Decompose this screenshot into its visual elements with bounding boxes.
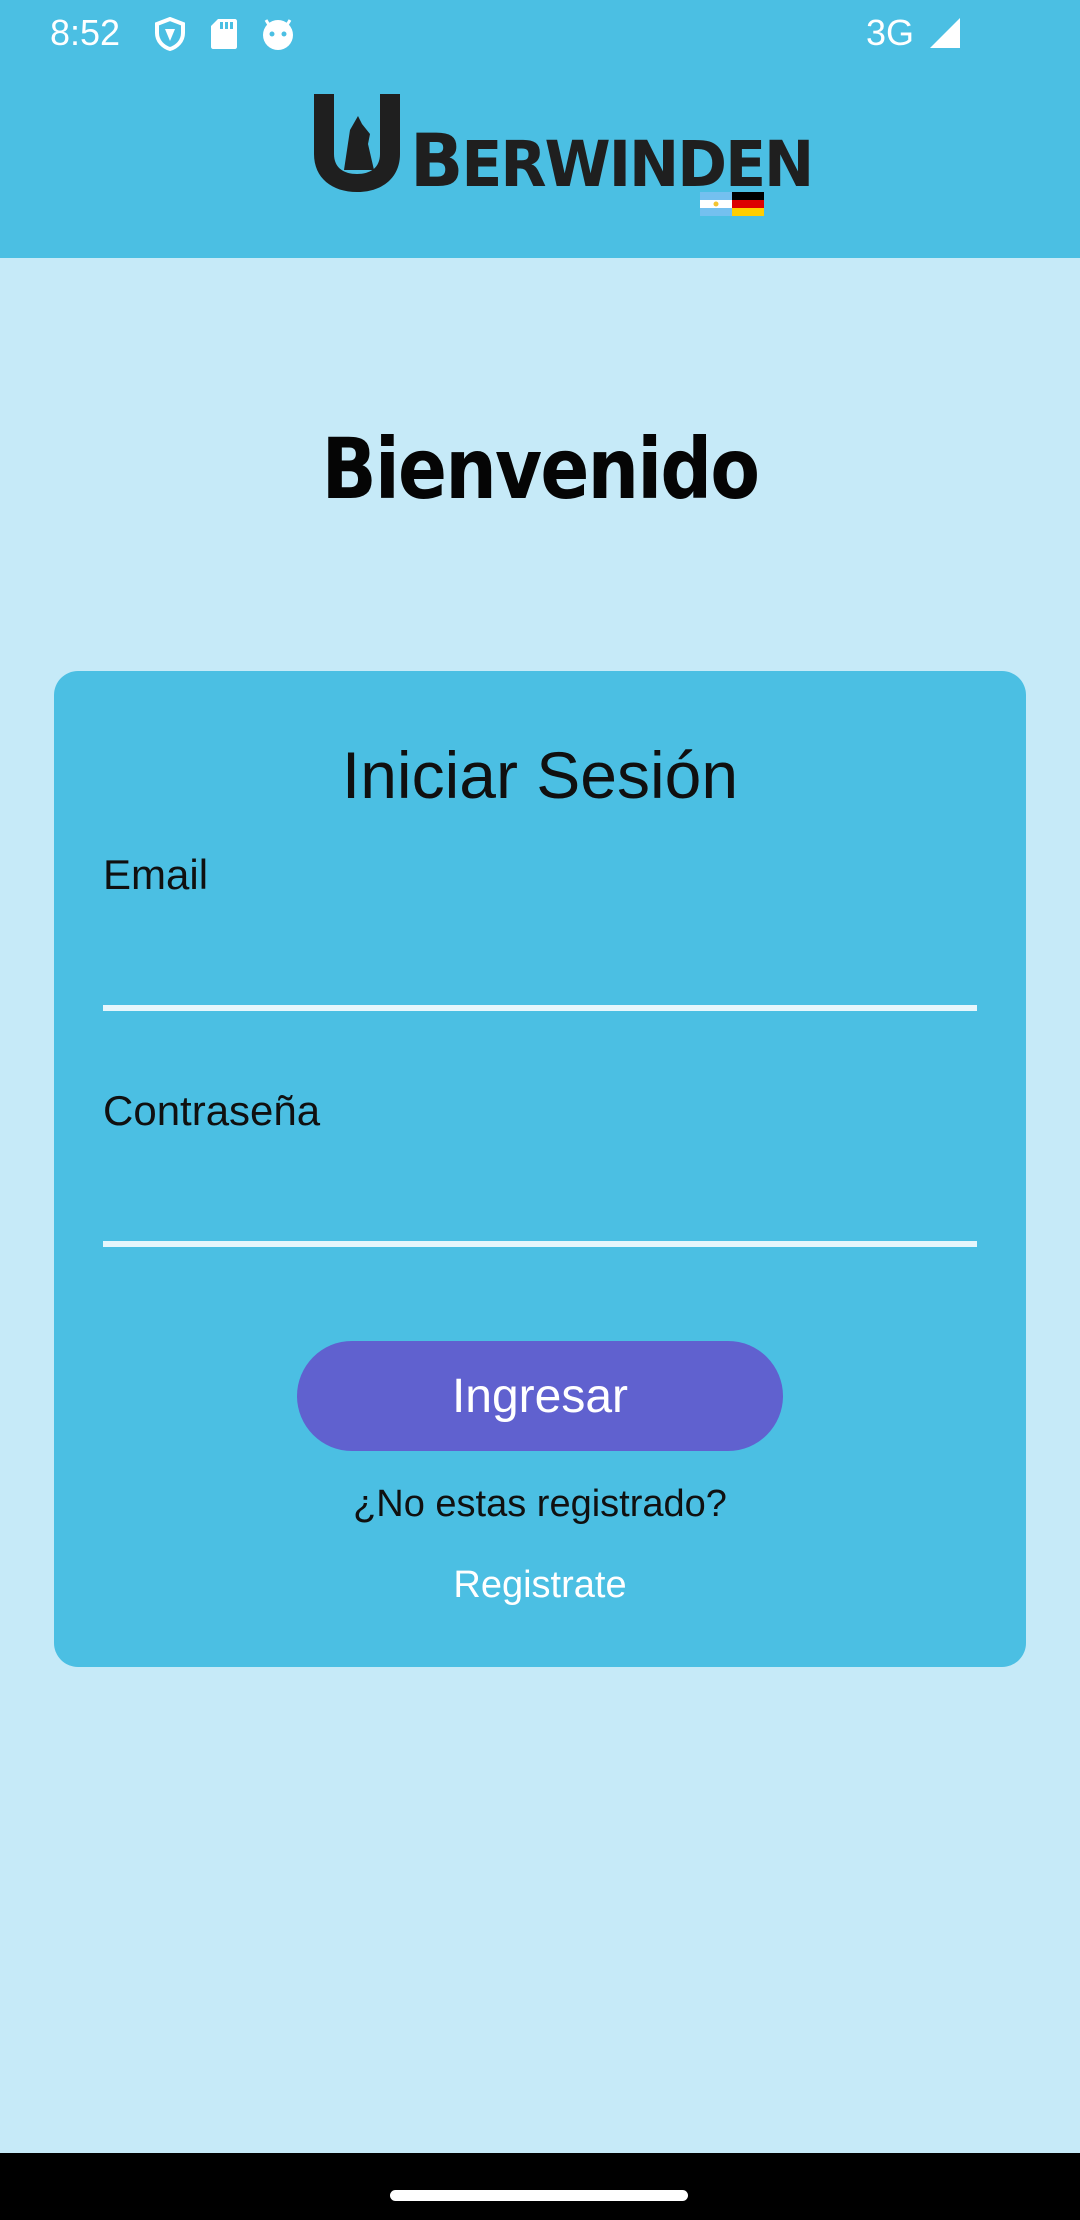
email-field[interactable] [103, 931, 977, 1011]
android-face-icon [260, 16, 296, 52]
wolf-logo-icon [314, 94, 400, 192]
logo-text: ERWINDEN [461, 128, 814, 202]
password-field[interactable] [103, 1167, 977, 1247]
login-card: Iniciar Sesión Email Contraseña Ingresar… [54, 671, 1026, 1667]
welcome-title: Bienvenido [321, 420, 760, 518]
sd-card-icon [206, 16, 242, 52]
login-button[interactable]: Ingresar [297, 1341, 783, 1451]
logo-wordmark: BERWINDEN [410, 124, 814, 198]
status-bar: 8:52 3G [0, 0, 1080, 66]
home-gesture-handle[interactable] [390, 2190, 688, 2201]
status-notification-icons [152, 16, 296, 52]
system-navigation-bar [0, 2153, 1080, 2220]
email-label: Email [103, 851, 209, 898]
not-registered-text: ¿No estas registrado? [353, 1483, 727, 1525]
login-title: Iniciar Sesión [341, 738, 739, 812]
flags-icon [700, 192, 764, 216]
brand-logo: BERWINDEN [314, 92, 814, 218]
logo-initial: B [410, 117, 463, 205]
status-time: 8:52 [50, 12, 121, 53]
shield-icon [152, 16, 188, 52]
app-header: 8:52 3G BERWINDEN [0, 0, 1080, 258]
signal-icon [928, 16, 962, 50]
network-type: 3G [866, 12, 915, 53]
password-label: Contraseña [103, 1087, 321, 1134]
register-link[interactable]: Registrate [54, 1564, 1026, 1607]
